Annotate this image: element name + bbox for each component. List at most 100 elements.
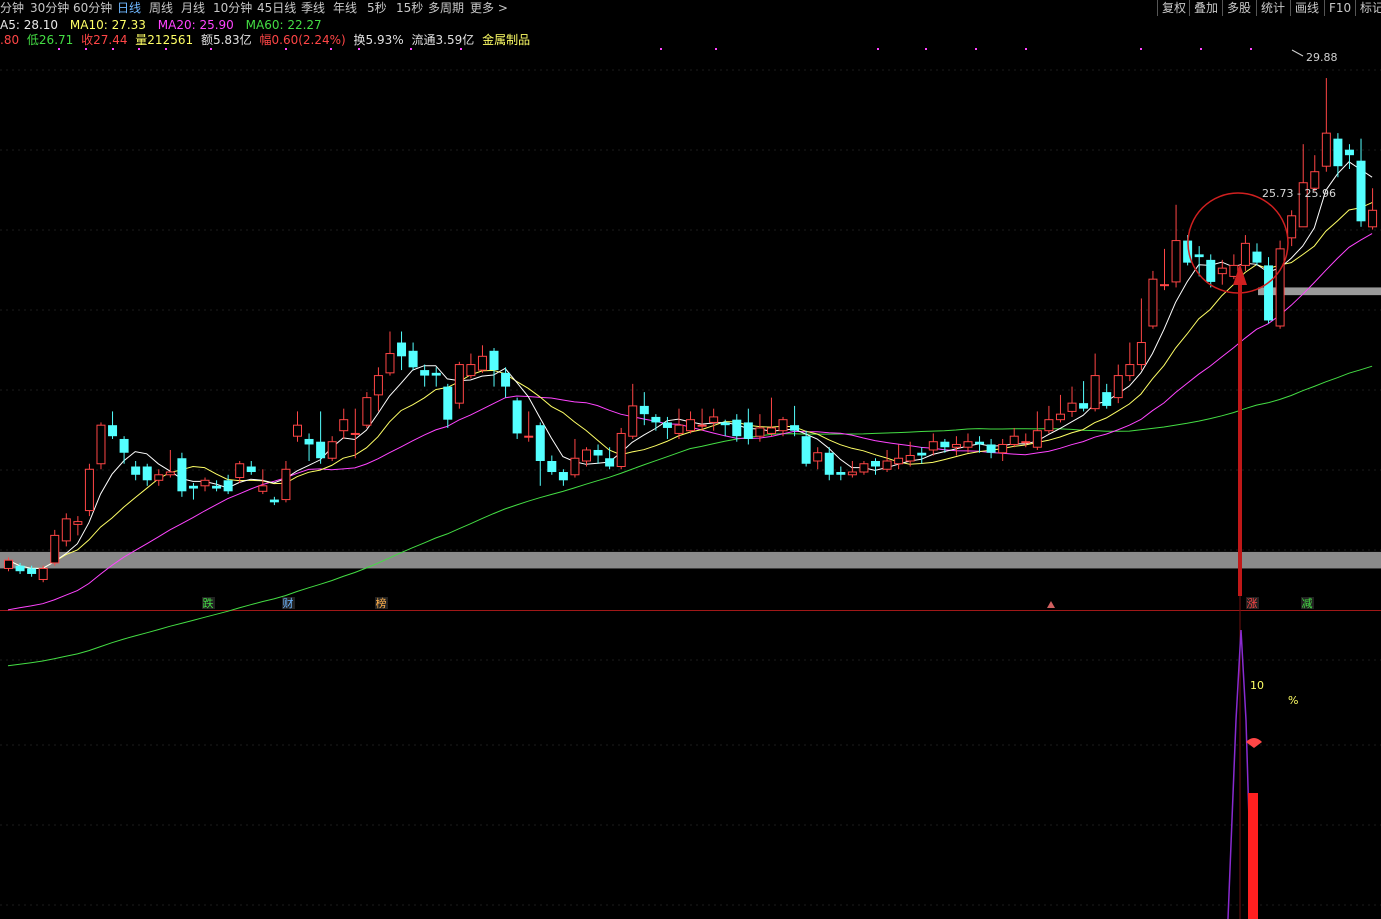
candle-body-up bbox=[1090, 375, 1100, 410]
candle-body-up bbox=[524, 435, 534, 438]
top-dot bbox=[138, 48, 140, 50]
indicator-bar bbox=[1248, 793, 1258, 919]
top-dot bbox=[1025, 48, 1027, 50]
candle-body-down bbox=[1356, 160, 1366, 222]
candle-body-down bbox=[986, 444, 996, 453]
candle-body-down bbox=[15, 565, 25, 572]
top-dot bbox=[925, 48, 927, 50]
event-marker: 榜 bbox=[376, 596, 387, 610]
candle-body-down bbox=[662, 422, 672, 428]
ma60-line bbox=[7, 365, 1373, 667]
event-marker: 财 bbox=[283, 596, 294, 610]
top-dot bbox=[210, 48, 212, 50]
top-dot bbox=[1140, 48, 1142, 50]
candle-body-down bbox=[188, 485, 198, 489]
candle-body-up bbox=[1171, 240, 1181, 283]
candle-body-up bbox=[697, 424, 707, 427]
candle-body-down bbox=[593, 449, 603, 456]
candle-body-down bbox=[1333, 138, 1343, 167]
candle-body-down bbox=[108, 425, 118, 437]
candle-body-down bbox=[790, 425, 800, 431]
candle-body-up bbox=[327, 441, 337, 459]
candle-body-up bbox=[905, 454, 915, 462]
candle-body-down bbox=[1252, 251, 1262, 263]
candle-body-down bbox=[443, 386, 453, 420]
candle-body-down bbox=[1194, 254, 1204, 258]
candle-body-up bbox=[1217, 267, 1227, 275]
candle-body-down bbox=[142, 466, 152, 481]
ma10-line bbox=[7, 202, 1373, 569]
event-marker: 减 bbox=[1302, 597, 1313, 610]
candle-body-up bbox=[73, 521, 83, 525]
top-dot bbox=[330, 48, 332, 50]
candle-body-up bbox=[154, 474, 164, 481]
candle-body-up bbox=[582, 449, 591, 462]
candle-body-up bbox=[813, 452, 823, 462]
top-dot bbox=[112, 48, 114, 50]
candle-body-up bbox=[96, 424, 106, 465]
candle-body-down bbox=[940, 441, 950, 448]
candle-body-up bbox=[686, 419, 696, 432]
candle-body-down bbox=[431, 372, 441, 376]
candle-body-down bbox=[131, 466, 141, 475]
candle-body-up bbox=[1113, 375, 1123, 399]
candle-body-up bbox=[1125, 364, 1135, 377]
candle-body-down bbox=[397, 342, 407, 357]
candle-body-up bbox=[281, 468, 291, 501]
candle-body-up bbox=[928, 441, 938, 451]
candle-body-down bbox=[1344, 149, 1354, 156]
candle-body-up bbox=[998, 443, 1008, 454]
candle-body-down bbox=[1079, 403, 1089, 409]
candle-body-up bbox=[385, 353, 395, 374]
candle-body-up bbox=[362, 397, 372, 426]
candle-body-up bbox=[1136, 342, 1146, 366]
candle-body-down bbox=[651, 416, 661, 423]
candle-body-up bbox=[766, 427, 776, 434]
candle-body-up bbox=[1287, 215, 1297, 239]
candle-body-up bbox=[339, 419, 349, 432]
candle-body-up bbox=[258, 485, 268, 492]
candle-body-up bbox=[200, 479, 210, 487]
candle-body-up bbox=[1044, 419, 1054, 432]
candle-body-up bbox=[466, 364, 476, 377]
candle-body-down bbox=[732, 419, 742, 437]
candle-body-down bbox=[177, 458, 187, 492]
candle-body-down bbox=[119, 438, 129, 453]
candle-body-up bbox=[1021, 441, 1031, 444]
signal-icon bbox=[1246, 738, 1262, 748]
candle-body-up bbox=[628, 405, 638, 437]
zone-label: 25.73 - 25.96 bbox=[1262, 187, 1336, 200]
candle-body-up bbox=[1055, 413, 1065, 421]
kline-chart[interactable]: 29.88 25.73 - 25.96 跌 财 榜 涨 减 10% bbox=[0, 0, 1381, 919]
candle-body-down bbox=[246, 466, 256, 473]
candle-body-down bbox=[408, 350, 418, 368]
indicator-value: 10 bbox=[1250, 679, 1264, 692]
candle-body-down bbox=[316, 441, 326, 459]
signal-arrow-shaft bbox=[1238, 272, 1242, 596]
candle-body-up bbox=[951, 443, 961, 448]
candle-body-up bbox=[963, 441, 973, 448]
top-dot bbox=[975, 48, 977, 50]
candle-body-up bbox=[350, 432, 360, 435]
candle-body-down bbox=[212, 485, 222, 489]
candle-body-up bbox=[61, 518, 71, 542]
mini-up-marker bbox=[1047, 601, 1055, 608]
top-dot bbox=[358, 48, 360, 50]
top-dot bbox=[165, 48, 167, 50]
candle-body-down bbox=[801, 436, 811, 464]
candle-body-down bbox=[836, 472, 846, 475]
candle-body-up bbox=[165, 471, 175, 476]
candle-body-down bbox=[501, 372, 511, 387]
candle-body-down bbox=[743, 422, 753, 439]
candle-body-down bbox=[420, 370, 430, 376]
candle-body-up bbox=[778, 419, 788, 432]
candle-body-up bbox=[755, 427, 765, 437]
candle-body-down bbox=[1102, 392, 1112, 406]
candle-body-down bbox=[535, 425, 545, 461]
candle-body-up bbox=[1275, 248, 1285, 327]
candle-body-up bbox=[616, 432, 626, 468]
candle-body-down bbox=[639, 405, 649, 415]
candle-body-up bbox=[709, 416, 719, 423]
candle-body-up bbox=[570, 457, 580, 476]
candle-body-down bbox=[489, 350, 499, 371]
